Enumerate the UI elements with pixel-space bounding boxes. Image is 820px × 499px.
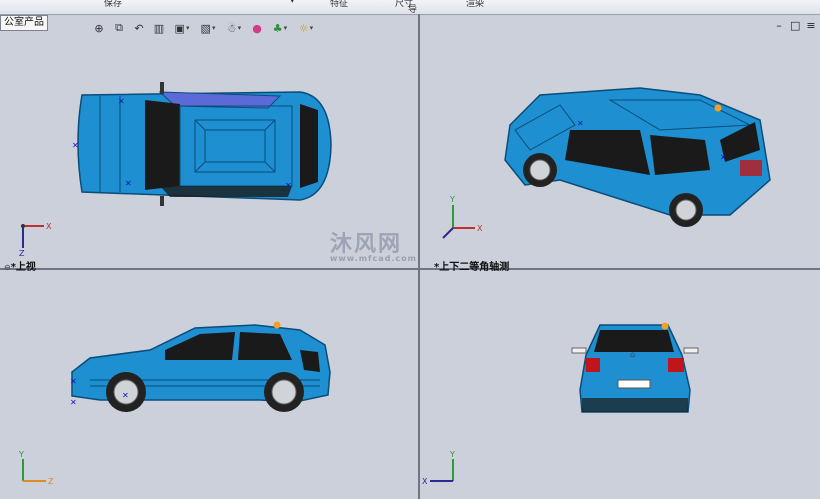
svg-text:✕: ✕ [70, 377, 77, 386]
eye-icon: ⊖ [4, 263, 11, 272]
zoom-to-fit-icon[interactable]: ⊕ [90, 19, 108, 37]
car-right-view[interactable]: ⌂ [571, 322, 699, 413]
previous-view-icon[interactable]: ↶ [130, 19, 148, 37]
zoom-to-fit-glyph: ⊕ [94, 21, 104, 35]
display-style-glyph: ▧ [200, 21, 211, 35]
chevron-down-icon: ▾ [211, 24, 216, 32]
triad-z-label: Z [19, 249, 25, 258]
svg-text:✕: ✕ [122, 391, 129, 400]
view-orientation-icon[interactable]: ▣ ▾ [170, 19, 194, 37]
car-isometric-view[interactable]: ✕ ✕ [504, 87, 771, 227]
display-style-icon[interactable]: ▧ ▾ [196, 19, 220, 37]
zoom-area-glyph: ⧉ [115, 21, 123, 34]
triad-bottom-right [430, 459, 454, 482]
svg-text:✕: ✕ [118, 97, 125, 106]
car-front-view[interactable]: ✕ ✕ ✕ [70, 321, 331, 413]
hide-show-items-icon[interactable]: ☃ ▾ [222, 19, 246, 37]
apply-scene-glyph: ♣ [272, 21, 283, 35]
maximize-icon[interactable]: □ [790, 19, 800, 32]
triad-y-label: Y [449, 195, 455, 204]
chevron-down-icon: ▾ [283, 24, 288, 32]
triad-top-left [21, 224, 44, 248]
minimize-icon[interactable]: – [774, 19, 784, 32]
section-view-icon[interactable]: ▥ [150, 19, 168, 37]
svg-text:✕: ✕ [72, 141, 79, 150]
apply-scene-icon[interactable]: ♣ ▾ [268, 19, 292, 37]
hide-show-items-glyph: ☃ [226, 21, 237, 35]
svg-text:✕: ✕ [70, 398, 77, 407]
previous-view-glyph: ↶ [134, 21, 144, 35]
watermark-logo: 沐风网 www.mfcad.com [330, 226, 417, 263]
feature-tree-tab[interactable]: 公室产品 [0, 15, 48, 31]
triad-top-right [442, 205, 475, 239]
svg-text:✕: ✕ [577, 119, 584, 128]
view-label-top-text: *上视 [10, 262, 36, 273]
chevron-down-icon: ▾ [237, 24, 242, 32]
svg-text:✕: ✕ [125, 179, 132, 188]
view-label-top: ⊖*上视 [4, 258, 36, 273]
triad-x-label: X [477, 224, 483, 233]
triad-y-label: Y [449, 450, 455, 459]
chevron-down-icon: ▾ [309, 24, 314, 32]
heads-up-view-toolbar: ⊕ ⧉ ↶ ▥ ▣ ▾ ▧ ▾ ☃ ▾ ● ♣ ▾ ☼ ▾ [90, 18, 318, 38]
chevron-down-icon: ▾ [185, 24, 190, 32]
view-settings-icon[interactable]: ☼ ▾ [294, 19, 318, 37]
triad-z-label: Z [48, 477, 54, 486]
car-top-view[interactable]: ✕ ✕ ✕ ✕ [72, 82, 332, 206]
zoom-area-icon[interactable]: ⧉ [110, 19, 128, 37]
svg-text:⌂: ⌂ [630, 350, 635, 359]
edit-appearance-glyph: ● [252, 21, 262, 35]
watermark-url: www.mfcad.com [330, 254, 417, 263]
triad-y-label: Y [18, 450, 24, 459]
svg-text:✕: ✕ [720, 153, 727, 162]
edit-appearance-icon[interactable]: ● [248, 19, 266, 37]
triad-x-label: X [422, 477, 428, 486]
view-label-isometric: *上下二等角轴测 [434, 262, 510, 273]
viewport-window-controls: – □ ≡ [774, 19, 816, 32]
view-settings-glyph: ☼ [298, 21, 309, 35]
view-orientation-glyph: ▣ [174, 21, 185, 35]
section-view-glyph: ▥ [153, 21, 165, 35]
svg-text:✕: ✕ [285, 181, 292, 190]
triad-bottom-left [22, 459, 46, 482]
triad-x-label: X [46, 222, 52, 231]
menu-icon[interactable]: ≡ [806, 19, 816, 32]
